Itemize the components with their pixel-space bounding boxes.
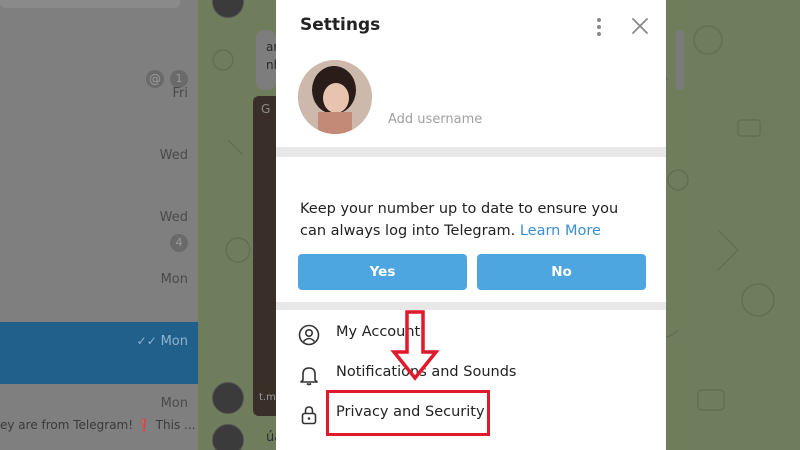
dialog-title: Settings — [300, 15, 381, 35]
chat-time: ✓✓ Mon — [136, 334, 188, 349]
chat-preview: ey are from Telegram! ❗ This ... — [0, 418, 196, 432]
no-button[interactable]: No — [477, 254, 646, 290]
chat-time: Mon — [160, 272, 188, 287]
settings-header: Settings Add username — [276, 0, 666, 147]
chat-row[interactable]: Wed — [0, 148, 198, 210]
chat-list-top — [0, 0, 180, 8]
chat-row[interactable]: Fri — [0, 86, 198, 148]
chat-list: @ 1 Fri Wed Wed 4 Mon ✓✓ Mon Mon ey are … — [0, 0, 198, 450]
sender-avatar — [212, 424, 244, 450]
learn-more-link[interactable]: Learn More — [520, 223, 601, 239]
read-checks-icon: ✓✓ — [136, 334, 161, 348]
settings-dialog: Settings Add username Keep your number u… — [276, 0, 666, 450]
more-options-icon[interactable] — [589, 15, 609, 39]
chat-row[interactable]: Mon ey are from Telegram! ❗ This ... — [0, 396, 198, 450]
yes-button[interactable]: Yes — [298, 254, 467, 290]
message-bubble: ar nh — [256, 30, 281, 90]
phone-prompt-text: Keep your number up to date to ensure yo… — [300, 201, 619, 239]
chat-time: Fri — [172, 86, 189, 101]
chat-row[interactable]: Wed 4 — [0, 210, 198, 272]
message-bubble — [676, 30, 684, 90]
sender-avatar — [212, 382, 244, 414]
lock-icon — [301, 406, 317, 425]
chat-time: Mon — [160, 396, 188, 411]
unread-badge: 4 — [170, 234, 188, 252]
annotation-highlight-box — [326, 390, 490, 436]
chat-time: Wed — [159, 148, 188, 163]
phone-update-prompt: Keep your number up to date to ensure yo… — [276, 157, 666, 302]
chat-time: Wed — [159, 210, 188, 225]
account-icon — [298, 324, 320, 346]
chat-row-selected[interactable]: ✓✓ Mon — [0, 322, 198, 384]
menu-item-my-account[interactable]: My Account — [276, 316, 666, 356]
annotation-down-arrow-icon — [390, 310, 440, 381]
profile-avatar[interactable] — [298, 60, 372, 134]
warning-icon: ❗ — [136, 418, 152, 432]
add-username-link[interactable]: Add username — [388, 112, 482, 127]
close-icon[interactable] — [628, 14, 652, 38]
bell-icon — [300, 367, 318, 386]
